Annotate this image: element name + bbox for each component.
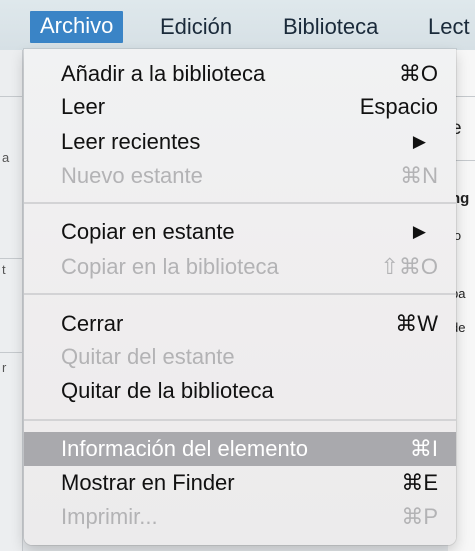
background-left-text: t	[2, 262, 6, 277]
menu-item-label: Leer recientes	[61, 129, 201, 154]
menu-item-shortcut: ⌘O	[398, 61, 438, 86]
menu-item-shortcut: ⇧⌘O	[380, 254, 438, 279]
menu-item-shortcut: ⌘W	[395, 311, 438, 336]
menu-item-add-to-library[interactable]: Añadir a la biblioteca ⌘O	[24, 58, 456, 90]
background-sidebar	[0, 50, 23, 551]
submenu-arrow-icon: ▶	[412, 132, 426, 151]
menu-item-copy-to-library: Copiar en la biblioteca ⇧⌘O	[24, 251, 456, 283]
menu-item-shortcut: ⌘N	[400, 163, 438, 188]
menu-item-label: Copiar en estante	[61, 219, 235, 244]
menubar-biblioteca[interactable]: Biblioteca	[283, 14, 378, 40]
menu-item-label: Imprimir...	[61, 504, 158, 529]
menu-item-item-info[interactable]: Información del elemento ⌘I	[24, 432, 456, 466]
menu-item-copy-to-shelf[interactable]: Copiar en estante ▶	[24, 216, 456, 248]
menu-item-shortcut: ⌘P	[401, 504, 438, 529]
menu-item-label: Quitar del estante	[61, 344, 235, 369]
background-left-text: a	[2, 150, 10, 165]
menu-separator	[24, 202, 456, 204]
menu-item-new-shelf: Nuevo estante ⌘N	[24, 160, 456, 192]
menu-separator	[24, 293, 456, 295]
menubar-archivo[interactable]: Archivo	[30, 11, 124, 43]
menu-item-shortcut: Espacio	[359, 94, 438, 119]
menu-item-label: Quitar de la biblioteca	[61, 378, 274, 403]
menu-item-print: Imprimir... ⌘P	[24, 501, 456, 533]
menu-item-shortcut: ⌘I	[409, 436, 438, 461]
archivo-dropdown-menu: Añadir a la biblioteca ⌘O Leer Espacio L…	[24, 49, 456, 545]
menu-item-remove-from-shelf: Quitar del estante	[24, 341, 456, 373]
menu-item-label: Leer	[61, 94, 106, 119]
background-left-text: r	[2, 360, 7, 375]
menu-item-label: Información del elemento	[61, 436, 309, 461]
menu-separator	[24, 419, 456, 421]
menu-item-close[interactable]: Cerrar ⌘W	[24, 308, 456, 340]
menu-item-label: Añadir a la biblioteca	[61, 61, 266, 86]
menubar-edicion[interactable]: Edición	[160, 14, 232, 40]
background-divider	[0, 258, 22, 259]
menu-item-label: Nuevo estante	[61, 163, 203, 188]
menu-item-remove-from-library[interactable]: Quitar de la biblioteca	[24, 375, 456, 407]
menu-bar: Archivo Edición Biblioteca Lect	[0, 0, 475, 50]
menubar-lectura[interactable]: Lect	[428, 14, 470, 40]
menu-item-label: Copiar en la biblioteca	[61, 254, 279, 279]
menu-item-label: Mostrar en Finder	[61, 470, 235, 495]
menu-item-show-in-finder[interactable]: Mostrar en Finder ⌘E	[24, 467, 456, 499]
submenu-arrow-icon: ▶	[412, 222, 426, 241]
background-divider	[0, 96, 22, 97]
menu-item-read-recent[interactable]: Leer recientes ▶	[24, 126, 456, 158]
menu-item-shortcut: ⌘E	[401, 470, 438, 495]
menu-item-read[interactable]: Leer Espacio	[24, 91, 456, 123]
background-divider	[0, 352, 22, 353]
screen: a t r e ng lo pa de Archivo Edición Bibl…	[0, 0, 475, 551]
menu-item-label: Cerrar	[61, 311, 124, 336]
